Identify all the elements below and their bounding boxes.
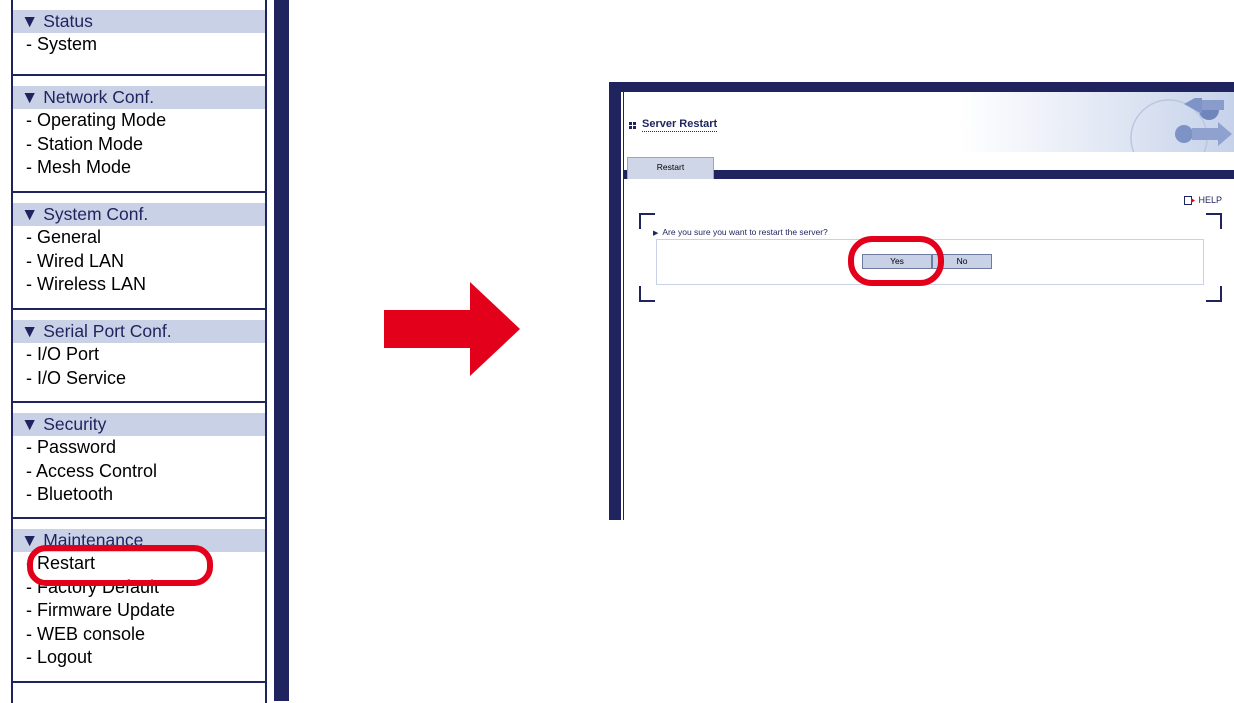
menu-item-password[interactable]: - Password <box>13 436 265 460</box>
window-left-line <box>623 92 624 520</box>
menu-item-label: Bluetooth <box>37 484 114 504</box>
collapse-icon: ▼ <box>21 414 39 434</box>
menu-section-system-conf: ▼ System Conf. - General - Wired LAN - W… <box>13 191 265 297</box>
menu-item-access-control[interactable]: - Access Control <box>13 460 265 484</box>
item-prefix: - <box>26 274 37 294</box>
menu-item-bluetooth[interactable]: - Bluetooth <box>13 483 265 507</box>
menu-header-label: System Conf. <box>43 204 149 224</box>
menu-header-system-conf[interactable]: ▼ System Conf. <box>13 203 265 226</box>
title-bullet-icon <box>629 122 637 129</box>
frame-divider <box>274 0 289 701</box>
item-prefix: - <box>26 110 37 130</box>
menu-item-io-port[interactable]: - I/O Port <box>13 343 265 367</box>
menu-item-wireless-lan[interactable]: - Wireless LAN <box>13 273 265 297</box>
menu-header-network[interactable]: ▼ Network Conf. <box>13 86 265 109</box>
frame-corner <box>1206 213 1222 229</box>
item-prefix: - <box>26 437 37 457</box>
window-left-bar <box>609 82 621 520</box>
menu-item-label: WEB console <box>37 623 146 644</box>
item-prefix: - <box>26 623 37 644</box>
menu-header-label: Security <box>43 414 107 434</box>
menu-item-label: Operating Mode <box>37 110 167 130</box>
item-prefix: - <box>26 484 37 504</box>
menu-section-security: ▼ Security - Password - Access Control -… <box>13 401 265 507</box>
menu-section-end <box>13 681 265 683</box>
menu-section-maintenance: ▼ Maintenance - Restart - Factory Defaul… <box>13 517 265 670</box>
item-prefix: - <box>26 647 37 667</box>
item-prefix: - <box>26 157 37 177</box>
menu-item-label: Password <box>37 437 117 457</box>
help-label: HELP <box>1198 195 1222 205</box>
collapse-icon: ▼ <box>21 321 39 341</box>
menu-header-label: Serial Port Conf. <box>43 321 172 341</box>
menu-item-label: Logout <box>37 647 93 667</box>
help-icon <box>1184 195 1196 205</box>
menu-item-label: Access Control <box>36 460 158 481</box>
menu-item-station-mode[interactable]: - Station Mode <box>13 133 265 157</box>
right-arrow <box>384 282 520 376</box>
menu-item-operating-mode[interactable]: - Operating Mode <box>13 109 265 133</box>
menu-section-status: ▼ Status - System <box>13 0 265 57</box>
item-prefix: - <box>26 460 37 481</box>
collapse-icon: ▼ <box>21 87 39 107</box>
menu-header-label: Status <box>43 11 93 31</box>
menu-item-firmware-update[interactable]: - Firmware Update <box>13 599 265 623</box>
menu-item-web-console[interactable]: - WEB console <box>13 623 265 647</box>
item-prefix: - <box>26 344 37 364</box>
menu-item-label: System <box>37 34 98 54</box>
item-prefix: - <box>26 34 37 54</box>
item-prefix: - <box>26 600 37 620</box>
collapse-icon: ▼ <box>21 204 39 224</box>
item-prefix: - <box>26 133 37 154</box>
menu-item-label: Mesh Mode <box>37 157 132 177</box>
menu-header-status[interactable]: ▼ Status <box>13 10 265 33</box>
question-row: ▶ Are you sure you want to restart the se… <box>653 227 1206 237</box>
frame-corner <box>639 286 655 302</box>
menu-item-label: Station Mode <box>37 133 144 154</box>
menu-item-system[interactable]: - System <box>13 33 265 57</box>
window-top-bar <box>609 82 1234 92</box>
restart-highlight-ring <box>27 545 213 586</box>
menu-item-mesh-mode[interactable]: - Mesh Mode <box>13 156 265 180</box>
header-logo-icon <box>1130 98 1232 152</box>
help-link[interactable]: HELP <box>1184 195 1222 205</box>
menu-header-label: Network Conf. <box>43 87 155 107</box>
restart-dialog-window: Server Restart Restart HELP ▶ Are you sur… <box>609 82 1234 520</box>
menu-item-general[interactable]: - General <box>13 226 265 250</box>
item-prefix: - <box>26 367 37 388</box>
frame-corner <box>1206 286 1222 302</box>
tab-strip <box>624 170 1234 179</box>
item-prefix: - <box>26 250 37 271</box>
page-title: Server Restart <box>642 118 718 132</box>
menu-section-serial-port: ▼ Serial Port Conf. - I/O Port - I/O Ser… <box>13 308 265 390</box>
side-menu: ▼ Status - System ▼ Network Conf. - Oper… <box>11 0 267 703</box>
menu-item-label: Wired LAN <box>37 250 125 271</box>
menu-item-io-service[interactable]: - I/O Service <box>13 367 265 391</box>
menu-item-logout[interactable]: - Logout <box>13 646 265 670</box>
question-arrow-icon: ▶ <box>653 230 659 237</box>
question-text: Are you sure you want to restart the ser… <box>662 227 828 237</box>
menu-item-label: I/O Port <box>37 344 100 364</box>
menu-item-label: General <box>37 227 102 247</box>
menu-header-security[interactable]: ▼ Security <box>13 413 265 436</box>
menu-item-label: Firmware Update <box>37 600 176 620</box>
menu-item-wired-lan[interactable]: - Wired LAN <box>13 250 265 274</box>
menu-item-label: I/O Service <box>37 367 127 388</box>
tab-restart[interactable]: Restart <box>627 157 714 179</box>
menu-header-serial-port[interactable]: ▼ Serial Port Conf. <box>13 320 265 343</box>
menu-item-label: Wireless LAN <box>37 274 147 294</box>
menu-section-network: ▼ Network Conf. - Operating Mode - Stati… <box>13 74 265 180</box>
collapse-icon: ▼ <box>21 11 39 31</box>
yes-highlight-ring <box>848 236 944 286</box>
item-prefix: - <box>26 227 37 247</box>
